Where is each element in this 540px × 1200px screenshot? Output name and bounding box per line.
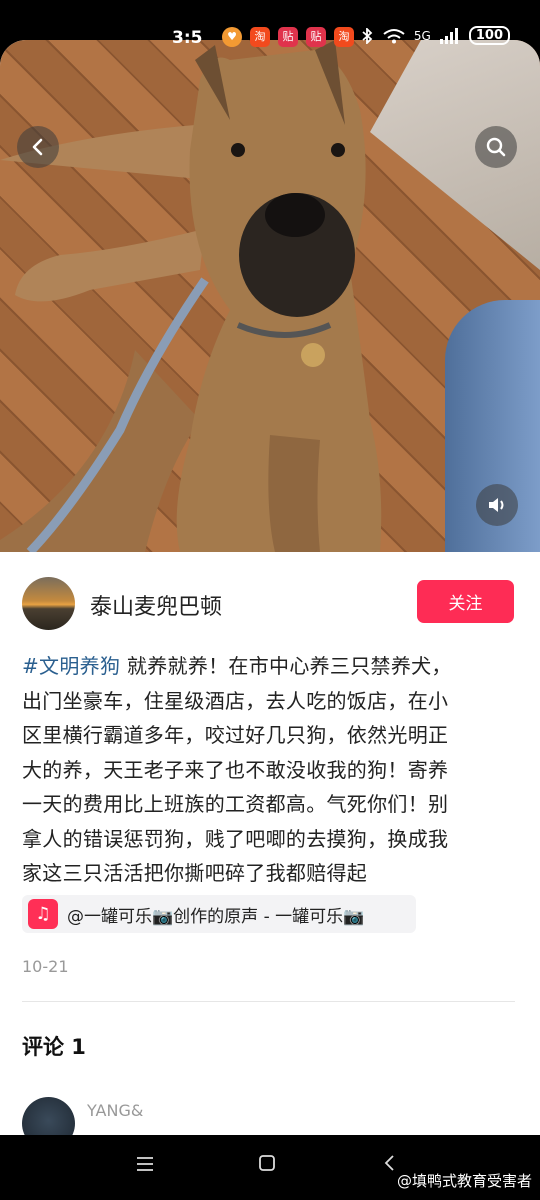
nav-home-button[interactable] (258, 1153, 276, 1177)
status-time: 3:5 (172, 28, 203, 48)
caption-line: 拿人的错误惩罚狗，贱了吧唧的去摸狗，换成我 (22, 826, 449, 851)
dog-illustration (0, 40, 382, 552)
follow-button[interactable]: 关注 (417, 580, 514, 623)
taobao-app-icon: 淘 (334, 27, 354, 47)
back-button[interactable] (17, 126, 59, 168)
wifi-icon (383, 28, 405, 43)
comments-title: 评论 1 (22, 1035, 86, 1059)
bluetooth-icon (362, 27, 373, 44)
post-date: 10-21 (22, 957, 69, 976)
nav-menu-button[interactable] (136, 1153, 154, 1177)
caption-line: 就养就养！在市中心养三只禁养犬， (120, 654, 452, 678)
speaker-icon (489, 498, 504, 512)
comment-username[interactable]: YANG& (87, 1101, 143, 1120)
tie-app-icon: 贴 (306, 27, 326, 47)
comment-avatar[interactable] (22, 1097, 75, 1135)
heart-app-icon: ♥ (222, 27, 242, 47)
divider (22, 1001, 515, 1002)
home-square-icon (259, 1155, 275, 1171)
search-icon (486, 137, 506, 157)
battery-indicator: 100 (468, 26, 510, 45)
author-row: 泰山麦兜巴顿 关注 (0, 577, 540, 631)
tie-app-icon: 贴 (278, 27, 298, 47)
dog-photo[interactable] (0, 40, 540, 552)
caption-line: 一天的费用比上班族的工资都高。气死你们！别 (22, 792, 449, 816)
status-bar: 3:5 ♥ 淘 贴 贴 淘 5G 100 (0, 24, 540, 52)
chevron-left-icon (384, 1155, 394, 1171)
hashtag-link[interactable]: #文明养狗 (22, 654, 120, 678)
taobao-app-icon: 淘 (250, 27, 270, 47)
music-pill[interactable]: ♫ @一罐可乐📷创作的原声 - 一罐可乐📷 (22, 895, 416, 933)
status-app-icons: ♥ 淘 贴 贴 淘 (222, 27, 354, 47)
caption-line: 家这三只活活把你撕吧碎了我都赔得起 (22, 861, 368, 885)
music-note-icon: ♫ (28, 899, 58, 929)
app-frame: 泰山麦兜巴顿 关注 #文明养狗 就养就养！在市中心养三只禁养犬， 出门坐豪车，住… (0, 40, 540, 1135)
post-caption: #文明养狗 就养就养！在市中心养三只禁养犬， 出门坐豪车，住星级酒店，去人吃的饭… (22, 649, 522, 891)
caption-line: 出门坐豪车，住星级酒店，去人吃的饭店，在小 (22, 688, 449, 713)
caption-line: 大的养，天王老子来了也不敢没收我的狗！寄养 (22, 757, 449, 782)
search-button[interactable] (475, 126, 517, 168)
status-right: 5G 100 (360, 26, 510, 45)
sound-toggle-button[interactable] (476, 484, 518, 526)
menu-icon (137, 1157, 153, 1171)
signal-icon (439, 27, 458, 44)
music-title: @一罐可乐📷创作的原声 - 一罐可乐📷 (67, 906, 365, 927)
nav-back-button[interactable] (383, 1153, 397, 1177)
caption-line: 区里横行霸道多年，咬过好几只狗，依然光明正 (22, 723, 449, 747)
author-avatar[interactable] (22, 577, 75, 630)
chevron-left-icon (32, 138, 43, 156)
author-name[interactable]: 泰山麦兜巴顿 (90, 589, 222, 621)
weibo-watermark: @填鸭式教育受害者 (396, 1172, 532, 1190)
network-type: 5G (413, 28, 431, 43)
